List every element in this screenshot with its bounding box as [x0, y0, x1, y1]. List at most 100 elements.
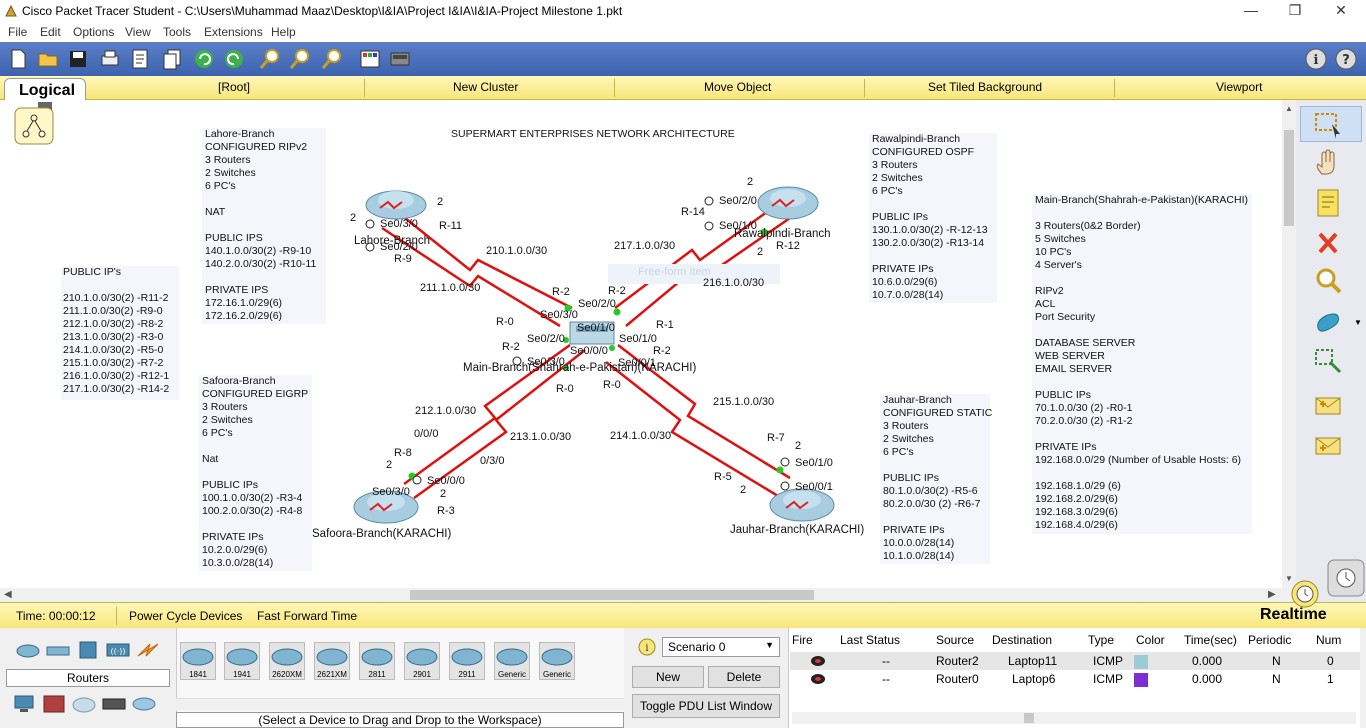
- router-1841-button[interactable]: 1841: [180, 642, 216, 680]
- save-icon[interactable]: [66, 47, 90, 71]
- logical-tab[interactable]: Logical: [4, 78, 86, 102]
- router-2811-button[interactable]: 2811: [359, 642, 395, 680]
- add-complex-pdu-icon[interactable]: [1312, 430, 1344, 460]
- power-cycle-devices-button[interactable]: Power Cycle Devices: [129, 609, 242, 623]
- set-tiled-background-button[interactable]: Set Tiled Background: [928, 80, 1042, 94]
- menu-view[interactable]: View: [125, 25, 151, 39]
- redo-icon[interactable]: [222, 47, 246, 71]
- new-cluster-button[interactable]: New Cluster: [453, 80, 518, 94]
- scrollbar-thumb[interactable]: [410, 590, 814, 600]
- menu-extensions[interactable]: Extensions: [204, 25, 263, 39]
- inspect-hand-icon[interactable]: [1312, 148, 1344, 178]
- scrollbar-thumb[interactable]: [1284, 130, 1294, 226]
- pdu-row[interactable]: -- Router2 Laptop11 ICMP 0.000 N 0: [790, 652, 1360, 670]
- scenario-info-icon[interactable]: i: [638, 638, 656, 656]
- routers-category-icon[interactable]: [16, 640, 40, 660]
- scenario-select[interactable]: Scenario 0 ▼: [662, 637, 780, 657]
- router-lahore[interactable]: [365, 190, 427, 220]
- router-jauhar[interactable]: [769, 488, 835, 522]
- nav-separator: [864, 79, 865, 97]
- menu-file[interactable]: File: [8, 25, 27, 39]
- multiuser-category-icon[interactable]: [132, 694, 156, 714]
- safoora-branch-note[interactable]: Safoora-Branch CONFIGURED EIGRP 3 Router…: [199, 375, 312, 571]
- open-folder-icon[interactable]: [36, 47, 60, 71]
- toggle-pdu-list-button[interactable]: Toggle PDU List Window: [632, 694, 780, 718]
- zoom-tool-icon[interactable]: [1312, 266, 1344, 296]
- chevron-down-icon[interactable]: ▼: [1354, 318, 1362, 327]
- hubs-category-icon[interactable]: [76, 640, 100, 660]
- copy-icon[interactable]: [160, 47, 184, 71]
- router-generic-button[interactable]: Generic: [494, 642, 530, 680]
- router-2620xm-button[interactable]: 2620XM: [269, 642, 305, 680]
- pdu-row[interactable]: -- Router0 Laptop6 ICMP 0.000 N 1: [790, 670, 1360, 688]
- draw-shape-icon[interactable]: [1312, 306, 1344, 336]
- add-simple-pdu-icon[interactable]: [1312, 390, 1344, 420]
- network-label: 215.1.0.0/30: [713, 396, 775, 408]
- svg-text:i: i: [1314, 53, 1319, 68]
- delete-icon[interactable]: [1312, 228, 1344, 258]
- help-icon[interactable]: ?: [1334, 47, 1358, 71]
- security-category-icon[interactable]: [42, 694, 66, 714]
- model-list-scrollbar[interactable]: [176, 698, 624, 710]
- menu-tools[interactable]: Tools: [163, 25, 191, 39]
- router-generic-button[interactable]: Generic: [539, 642, 575, 680]
- interface-label: 0/0/0: [414, 428, 439, 440]
- public-ips-note[interactable]: PUBLIC IP's 210.1.0.0/30(2) -R11-2 211.1…: [61, 266, 179, 400]
- realtime-clock-icon[interactable]: [1290, 579, 1320, 609]
- router-2621xm-button[interactable]: 2621XM: [314, 642, 350, 680]
- root-button[interactable]: [Root]: [218, 80, 250, 94]
- switches-category-icon[interactable]: [46, 640, 70, 660]
- place-note-icon[interactable]: [1312, 188, 1344, 218]
- router-label: R-14: [681, 206, 705, 218]
- undo-icon[interactable]: [192, 47, 216, 71]
- router-model-label: Generic: [542, 670, 571, 679]
- select-tool-icon[interactable]: [1312, 110, 1344, 140]
- interface-label: Se0/2/0: [380, 241, 418, 253]
- main-branch-note[interactable]: Main-Branch(Shahrah-e-Pakistan)(KARACHI)…: [1032, 194, 1252, 534]
- connections-category-icon[interactable]: [136, 640, 160, 660]
- svg-text:((·)): ((·)): [110, 647, 125, 656]
- minimize-button[interactable]: —: [1228, 0, 1274, 22]
- new-scenario-button[interactable]: New: [632, 666, 704, 688]
- workspace-vertical-scrollbar[interactable]: ▲ ▼: [1282, 100, 1296, 588]
- info-icon[interactable]: i: [1304, 47, 1328, 71]
- print-icon[interactable]: [98, 47, 122, 71]
- delete-scenario-button[interactable]: Delete: [708, 666, 780, 688]
- pdu-list-scrollbar[interactable]: [792, 712, 1356, 724]
- logical-workspace[interactable]: SUPERMART ENTERPRISES NETWORK ARCHITECTU…: [0, 100, 1282, 588]
- fire-indicator-icon[interactable]: [810, 673, 826, 685]
- close-button[interactable]: ✕: [1318, 0, 1364, 22]
- menu-edit[interactable]: Edit: [40, 25, 61, 39]
- router-2911-button[interactable]: 2911: [449, 642, 485, 680]
- simulation-clock-icon[interactable]: [1326, 558, 1366, 598]
- custom-device-icon[interactable]: [388, 47, 412, 71]
- activity-wizard-icon[interactable]: [128, 47, 152, 71]
- custom-made-category-icon[interactable]: [102, 694, 126, 714]
- router-2901-button[interactable]: 2901: [404, 642, 440, 680]
- menu-options[interactable]: Options: [73, 25, 114, 39]
- wireless-category-icon[interactable]: ((·)): [106, 640, 130, 660]
- fire-indicator-icon[interactable]: [810, 655, 826, 667]
- fast-forward-time-button[interactable]: Fast Forward Time: [257, 609, 357, 623]
- router-1941-button[interactable]: 1941: [224, 642, 260, 680]
- router-rawalpindi[interactable]: [757, 186, 819, 220]
- realtime-bar: Time: 00:00:12 Power Cycle Devices Fast …: [0, 580, 1366, 628]
- zoom-out-icon[interactable]: [320, 47, 344, 71]
- rawalpindi-branch-note[interactable]: Rawalpindi-Branch CONFIGURED OSPF 3 Rout…: [869, 133, 997, 303]
- move-object-button[interactable]: Move Object: [704, 80, 771, 94]
- new-file-icon[interactable]: [6, 47, 30, 71]
- zoom-in-icon[interactable]: [258, 47, 282, 71]
- viewport-button[interactable]: Viewport: [1216, 80, 1262, 94]
- jauhar-branch-note[interactable]: Jauhar-Branch CONFIGURED STATIC 3 Router…: [880, 394, 992, 564]
- pdu-header-fire: Fire: [792, 633, 813, 647]
- restore-button[interactable]: ❐: [1272, 0, 1318, 22]
- wan-emulation-category-icon[interactable]: [72, 694, 96, 714]
- logical-view-icon[interactable]: [14, 102, 56, 146]
- zoom-reset-icon[interactable]: [288, 47, 312, 71]
- resize-shape-icon[interactable]: [1312, 346, 1344, 376]
- end-devices-category-icon[interactable]: [12, 694, 36, 714]
- workspace-horizontal-scrollbar[interactable]: ◀ ▶: [0, 588, 1282, 602]
- palette-icon[interactable]: [358, 47, 382, 71]
- menu-help[interactable]: Help: [271, 25, 296, 39]
- lahore-branch-note[interactable]: Lahore-Branch CONFIGURED RIPv2 3 Routers…: [202, 128, 326, 324]
